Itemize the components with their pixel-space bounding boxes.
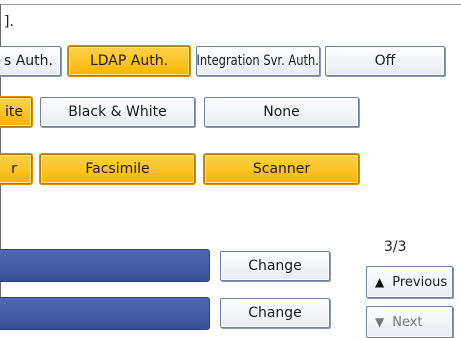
scanner-button[interactable]: Scanner (204, 154, 359, 184)
auth-off-button[interactable]: Off (325, 46, 445, 76)
auth-off-label: Off (374, 53, 396, 69)
scanner-label: Scanner (252, 161, 311, 177)
function-option-partial-label: r (11, 161, 17, 177)
auth-option-partial-button[interactable]: s Auth. (0, 46, 61, 76)
facsimile-button[interactable]: Facsimile (40, 154, 195, 184)
change-button-1-label: Change (248, 258, 302, 274)
previous-label: Previous (392, 274, 448, 290)
change-button-1[interactable]: Change (220, 251, 330, 281)
color-none-button[interactable]: None (204, 97, 359, 127)
down-triangle-icon: ▼ (375, 315, 385, 329)
next-page-button[interactable]: ▼ Next (366, 306, 453, 338)
top-border (0, 4, 461, 5)
integration-svr-auth-label: Integration Svr. Auth. (196, 53, 320, 69)
previous-page-button[interactable]: ▲ Previous (366, 266, 453, 298)
setting-value-field-1 (0, 249, 210, 282)
black-white-button[interactable]: Black & White (40, 97, 195, 127)
facsimile-label: Facsimile (85, 161, 150, 177)
black-white-label: Black & White (68, 104, 167, 120)
color-none-label: None (263, 104, 300, 120)
function-option-partial-button[interactable]: r (0, 154, 32, 184)
change-button-2[interactable]: Change (220, 298, 330, 328)
ldap-auth-button[interactable]: LDAP Auth. (68, 46, 190, 76)
next-label: Next (392, 314, 423, 330)
top-hint-text: ]. (4, 14, 14, 30)
auth-option-partial-label: s Auth. (3, 53, 53, 69)
change-button-2-label: Change (248, 305, 302, 321)
ldap-auth-label: LDAP Auth. (89, 53, 169, 69)
integration-svr-auth-button[interactable]: Integration Svr. Auth. (196, 46, 320, 76)
setting-value-field-2 (0, 297, 210, 330)
page-indicator: 3/3 (384, 239, 407, 255)
color-option-partial-label: ite (5, 104, 23, 120)
color-option-partial-button[interactable]: ite (0, 97, 32, 127)
up-triangle-icon: ▲ (375, 275, 385, 289)
